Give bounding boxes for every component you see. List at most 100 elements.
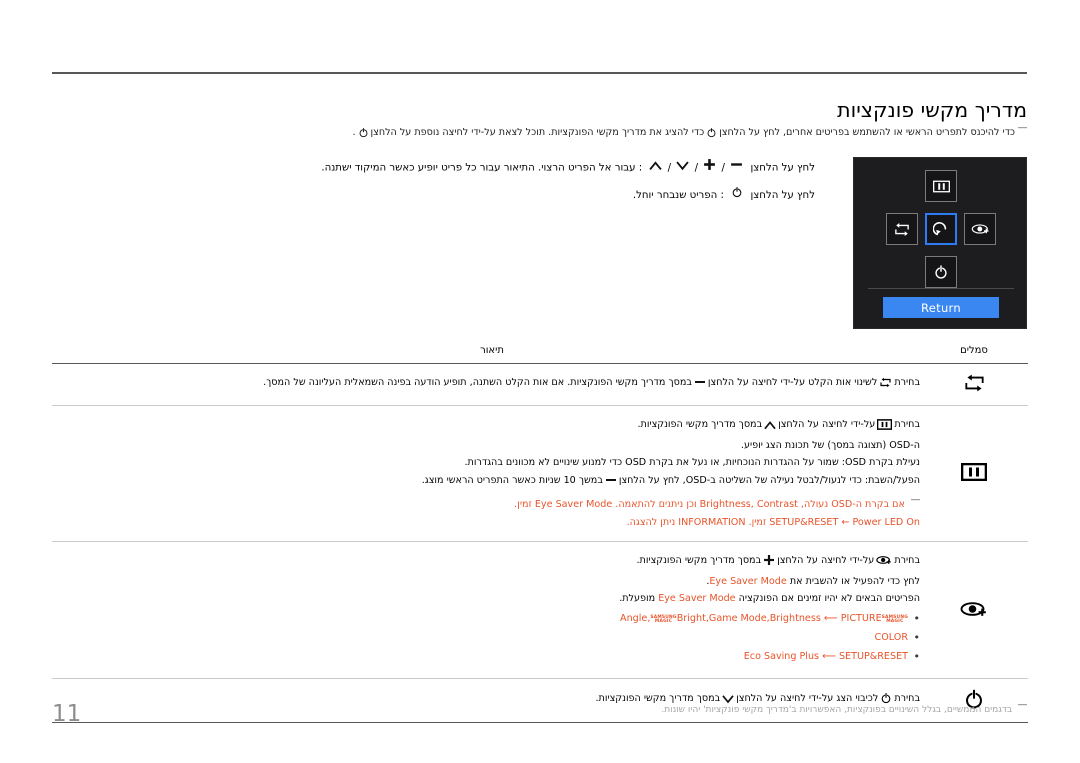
source-icon	[964, 374, 984, 392]
osd-return-label[interactable]: Return	[883, 297, 999, 318]
page-title: מדריך מקשי פונקציות	[837, 97, 1027, 122]
function-key-table: סמלים תיאור בחירת לשינוי אות הקלט על-ידי …	[52, 345, 1028, 723]
brightness-label: Brightness	[769, 612, 821, 624]
key-glyph-group: / / /	[648, 158, 744, 177]
up-arrow-icon	[649, 161, 663, 174]
header-divider	[52, 72, 1027, 74]
game-mode-label: Game Mode	[708, 612, 767, 624]
instruction-prefix: לחץ על הלחצן	[750, 162, 815, 174]
desc-text-b: על-ידי לחיצה על הלחצן	[777, 555, 875, 567]
table-header: סמלים תיאור	[52, 345, 1028, 364]
instruction-line-apply: לחץ על הלחצן : הפריט שנבחר יוחל.	[240, 186, 815, 204]
footer-note-text: בדגמים הממשיים, בגלל השינויים בפונקציות,…	[661, 705, 1013, 715]
instruction-suffix: : עבור אל הפריט הרצוי. התיאור עבור כל פר…	[321, 162, 643, 174]
row-description-source: בחירת לשינוי אות הקלט על-ידי לחיצה על הלח…	[52, 363, 920, 406]
desc-text-c: במסך מדריך מקשי הפונקציות.	[636, 555, 762, 567]
table-row: בחירת על-ידי לחיצה על הלחצן במסך מדריך מקש…	[52, 405, 1028, 543]
note-dash-marker: ―	[1018, 700, 1027, 710]
samsung-magic-logo: SAMSUNGMAGIC	[650, 615, 676, 624]
desc-text-a: בחירת	[894, 419, 920, 430]
table-body: בחירת לשינוי אות הקלט על-ידי לחיצה על הלח…	[52, 363, 1028, 723]
desc-note-line: SETUP&RESET ← Power LED On זמין. INFORMA…	[626, 516, 920, 528]
return-icon	[932, 221, 946, 235]
table-row: בחירת על-ידי לחיצה על הלחצן במסך מדריך מקש…	[52, 541, 1028, 679]
eye-saver-mode-label: Eye Saver Mode	[658, 593, 736, 605]
power-icon	[706, 127, 717, 143]
desc-text-b: מופעלת.	[619, 593, 656, 605]
up-arrow-icon	[764, 420, 776, 436]
down-arrow-icon	[676, 161, 690, 174]
desc-text-a: לחץ כדי להפעיל או להשבית את	[789, 575, 920, 587]
slash-separator: /	[721, 163, 725, 174]
menu-icon	[960, 462, 988, 482]
list-item-picture: SAMSUNGMAGICAngle,SAMSUNGMAGICBright,Gam…	[64, 610, 920, 628]
desc-line: ה-OSD (תצוגה במסך) של תכונת הצג יופיע.	[740, 439, 920, 451]
magic-brand-bottom: MAGIC	[654, 618, 673, 624]
page-number: 11	[52, 701, 82, 727]
slash-separator: /	[667, 163, 672, 174]
left-arrow-icon: ⟵	[822, 651, 836, 663]
intro-note: ―כדי להיכנס לתפריט הראשי או להשתמש בפריט…	[52, 122, 1027, 143]
header-symbols: סמלים	[960, 345, 988, 356]
magic-angle-label: Angle	[620, 612, 648, 624]
picture-menu-label: PICTURE	[840, 612, 882, 624]
desc-note-line: ― אם בקרת ה-OSD נעולה, Brightness, Contr…	[64, 493, 920, 513]
desc-line: בחירת לשינוי אות הקלט על-ידי לחיצה על הלח…	[64, 375, 920, 394]
desc-text-b: במשך 10 שניות כאשר התפריט הראשי מוצג.	[421, 474, 603, 486]
source-icon	[879, 377, 892, 394]
osd-menu-button[interactable]	[925, 170, 957, 202]
desc-line: בחירת על-ידי לחיצה על הלחצן במסך מדריך מקש…	[64, 553, 920, 572]
intro-note-text-a: כדי להיכנס לתפריט הראשי או להשתמש בפריטי…	[719, 127, 1015, 138]
desc-line: הפעל/השבת: כדי לנעול/לבטל נעילה של השליט…	[64, 473, 920, 492]
footer-note: ― בדגמים הממשיים, בגלל השינויים בפונקציו…	[52, 699, 1027, 718]
key-glyph-group	[730, 186, 744, 204]
color-menu-label: COLOR	[874, 632, 908, 644]
desc-text-a: הפריטים הבאים לא יהיו זמינים אם הפונקציה	[738, 593, 920, 605]
plus-icon	[703, 159, 716, 174]
desc-text-b: לשינוי אות הקלט על-ידי לחיצה על הלחצן	[707, 377, 878, 389]
row-symbol-menu	[920, 405, 1028, 543]
slash-separator: /	[694, 163, 699, 174]
source-icon	[895, 222, 909, 236]
desc-text-a: הפעל/השבת: כדי לנעול/לבטל נעילה של השליט…	[618, 474, 920, 486]
magic-brand-bottom: MAGIC	[886, 618, 904, 624]
eye-saver-icon	[971, 224, 989, 234]
minus-icon	[694, 376, 706, 394]
row-description-menu: בחירת על-ידי לחיצה על הלחצן במסך מדריך מקש…	[52, 405, 920, 543]
note-dash-marker: ―	[911, 495, 920, 506]
osd-button-cross	[854, 166, 1028, 288]
desc-line: הפריטים הבאים לא יהיו זמינים אם הפונקציה…	[64, 591, 920, 607]
desc-line: נעילת בקרת OSD: שמור על ההגדרות הנוכחיות…	[464, 457, 920, 469]
power-icon	[935, 265, 947, 279]
menu-icon	[877, 419, 893, 436]
disabled-items-list: SAMSUNGMAGICAngle,SAMSUNGMAGICBright,Gam…	[64, 610, 920, 667]
samsung-magic-logo: SAMSUNGMAGIC	[882, 615, 908, 624]
row-description-eye-saver: בחירת על-ידי לחיצה על הלחצן במסך מדריך מקש…	[52, 541, 920, 679]
osd-source-button[interactable]	[886, 213, 918, 245]
eye-saver-icon	[960, 601, 986, 616]
minus-icon	[605, 474, 617, 492]
desc-text-c: במסך מדריך מקשי הפונקציות. אם אות הקלט ה…	[263, 377, 692, 389]
row-symbol-source	[920, 363, 1028, 406]
eco-saving-plus-label: Eco Saving Plus	[743, 651, 820, 663]
plus-icon	[763, 554, 775, 572]
minus-icon	[730, 163, 743, 174]
intro-note-period: .	[352, 127, 356, 138]
eye-saver-mode-label: Eye Saver Mode	[709, 575, 787, 587]
intro-note-text-b: כדי להציג את מדריך מקשי הפונקציות. תוכל …	[370, 127, 705, 138]
left-arrow-icon: ⟵	[823, 612, 838, 624]
table-header-row: סמלים תיאור	[52, 345, 1028, 364]
osd-preview-panel: Return	[853, 157, 1027, 329]
osd-power-button[interactable]	[925, 256, 957, 288]
magic-bright-label: Bright	[676, 612, 706, 624]
setup-reset-menu-label: SETUP&RESET	[838, 651, 908, 663]
desc-text-c: במסך מדריך מקשי הפונקציות.	[637, 419, 763, 430]
desc-text-a: בחירת	[894, 555, 920, 567]
osd-eye-saver-button[interactable]	[964, 213, 996, 245]
instruction-prefix: לחץ על הלחצן	[750, 189, 815, 201]
osd-return-button[interactable]	[925, 213, 957, 245]
power-icon	[358, 127, 369, 143]
header-description: תיאור	[480, 345, 504, 356]
note-dash-marker: ―	[1018, 123, 1027, 133]
desc-line: בחירת על-ידי לחיצה על הלחצן במסך מדריך מקש…	[64, 417, 920, 436]
